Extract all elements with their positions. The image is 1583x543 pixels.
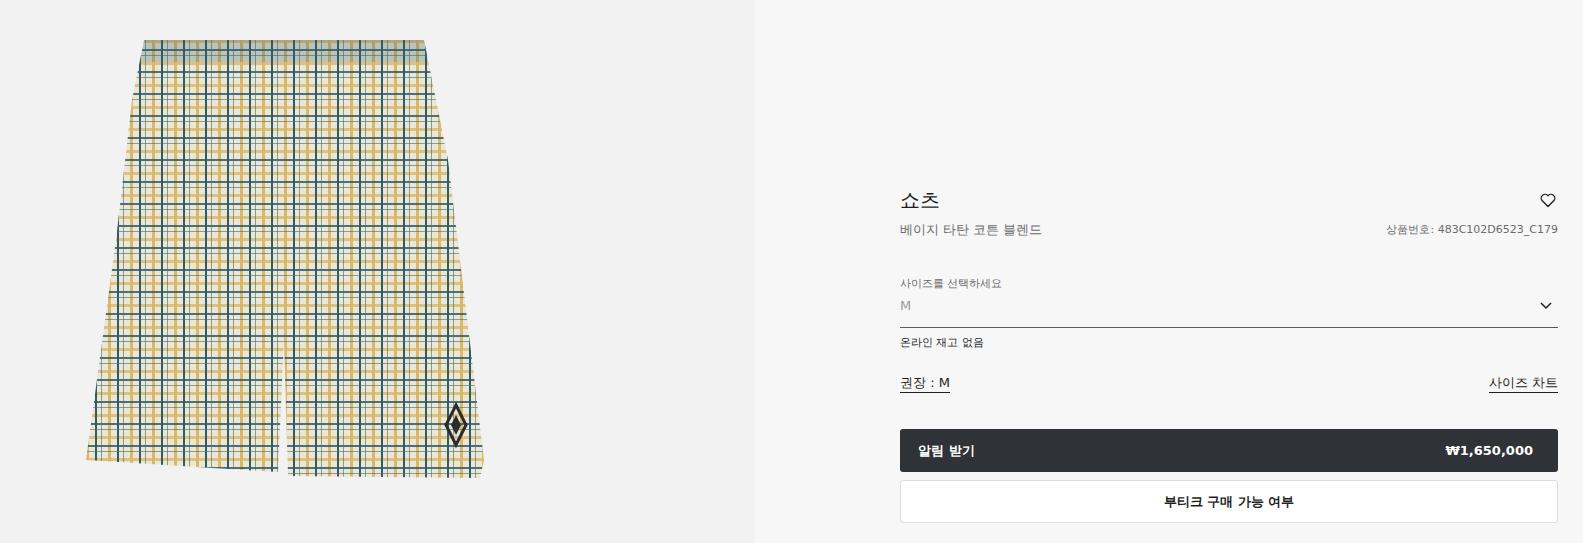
chevron-down-icon[interactable] xyxy=(1540,302,1552,310)
subtitle-row: 베이지 타탄 코튼 블렌드 상품번호: 483C102D6523_C179 xyxy=(900,221,1558,239)
size-select-row[interactable]: M xyxy=(900,297,1558,315)
product-sku: 상품번호: 483C102D6523_C179 xyxy=(1386,221,1558,239)
size-guide-row: 권장 : M 사이즈 차트 xyxy=(900,374,1558,393)
notify-label: 알림 받기 xyxy=(918,442,975,460)
recommended-size[interactable]: 권장 : M xyxy=(900,374,950,393)
title-row: 쇼츠 xyxy=(900,187,1558,213)
price: ₩1,650,000 xyxy=(1445,443,1533,458)
size-select-label: 사이즈를 선택하세요 xyxy=(900,277,1558,291)
product-info: 쇼츠베이지 타탄 코튼 블렌드 상품번호: 483C102D6523_C179 사이… xyxy=(755,0,1583,543)
product-title: 쇼츠 xyxy=(900,187,940,213)
product-subtitle: 베이지 타탄 코튼 블렌드 xyxy=(900,221,1042,239)
product-image xyxy=(0,0,755,543)
notify-button[interactable]: 알림 받기 ₩1,650,000 xyxy=(900,429,1558,472)
boutique-availability-button[interactable]: 부티크 구매 가능 여부 xyxy=(900,480,1558,523)
size-select[interactable]: 사이즈를 선택하세요 M xyxy=(900,277,1558,328)
stock-note: 온라인 재고 없음 xyxy=(900,336,1558,350)
size-chart-link[interactable]: 사이즈 차트 xyxy=(1489,374,1558,393)
shorts-photo-icon xyxy=(86,40,486,482)
heart-icon[interactable] xyxy=(1540,193,1556,208)
product-page: 쇼츠베이지 타탄 코튼 블렌드 상품번호: 483C102D6523_C179 사이… xyxy=(0,0,1583,543)
size-select-value: M xyxy=(900,297,911,315)
